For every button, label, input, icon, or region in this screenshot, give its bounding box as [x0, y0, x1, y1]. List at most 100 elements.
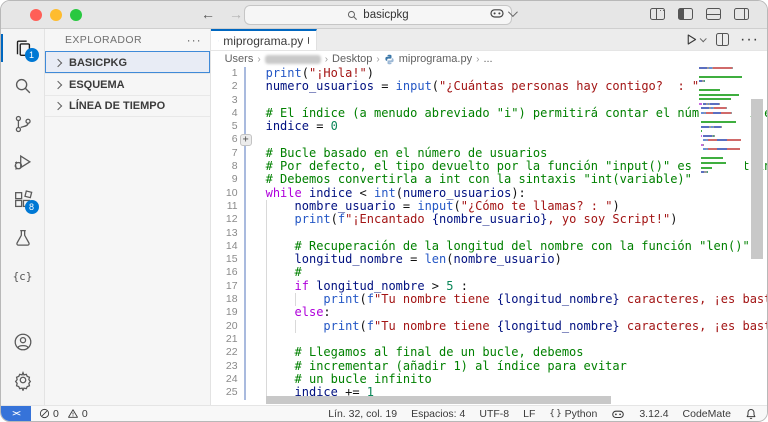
breadcrumb-file[interactable]: miprograma.py: [399, 53, 472, 65]
eol-sequence[interactable]: LF: [523, 408, 535, 420]
zoom-window-button[interactable]: [70, 9, 82, 21]
code-line[interactable]: 14 # Recuperación de la longitud del nom…: [211, 240, 767, 253]
code-line[interactable]: 24 # un bucle infinito: [211, 373, 767, 386]
python-interpreter[interactable]: 3.12.4: [639, 408, 668, 420]
code-line[interactable]: 20 print(f"Tu nombre tiene {longitud_nom…: [211, 320, 767, 333]
close-window-button[interactable]: [30, 9, 42, 21]
line-number: 7: [211, 147, 238, 160]
code-line[interactable]: 16 #: [211, 266, 767, 279]
cursor-position[interactable]: Lín. 32, col. 19: [328, 408, 397, 420]
breadcrumb-user-redacted[interactable]: [265, 55, 321, 64]
toggle-secondary-sidebar-button[interactable]: [734, 8, 749, 20]
settings-button[interactable]: [1, 361, 45, 399]
editor-more-actions-button[interactable]: ···: [740, 31, 759, 49]
bell-icon: [745, 408, 757, 420]
code-token: # incrementar (añadir 1) al índice para …: [295, 359, 627, 373]
code-line[interactable]: 12 print(f"¡Encantado {nombre_usuario}, …: [211, 213, 767, 226]
code-line[interactable]: 23 # incrementar (añadir 1) al índice pa…: [211, 360, 767, 373]
accounts-button[interactable]: [1, 323, 45, 361]
horizontal-scrollbar[interactable]: [266, 396, 611, 404]
code-line[interactable]: 22 # Llegamos al final de un bucle, debe…: [211, 346, 767, 359]
code-token: else: [295, 305, 324, 319]
code-line[interactable]: 9# Debemos convertirla a int con la sint…: [211, 173, 767, 186]
chevron-separator: ›: [325, 54, 328, 65]
notifications-button[interactable]: [745, 408, 757, 420]
tab-miprograma[interactable]: miprograma.py: [211, 29, 317, 50]
sidebar-section-esquema[interactable]: ESQUEMA: [45, 73, 210, 95]
sidebar-section-basicpkg[interactable]: BASICPKG: [45, 51, 210, 73]
code-area[interactable]: 1print("¡Hola!")2numero_usuarios = input…: [211, 67, 767, 405]
chevron-separator: ›: [257, 54, 260, 65]
indent-guide: [295, 293, 296, 306]
breadcrumb-more[interactable]: ...: [483, 53, 492, 65]
indent-guide: [295, 320, 296, 333]
activity-explorer-button[interactable]: 1: [1, 29, 45, 67]
encoding[interactable]: UTF-8: [479, 408, 509, 420]
minimize-window-button[interactable]: [50, 9, 62, 21]
code-token: #: [295, 265, 302, 279]
code-line[interactable]: 3: [211, 94, 767, 107]
code-line[interactable]: 10while indice < int(numero_usuarios):: [211, 187, 767, 200]
copilot-icon: [489, 6, 505, 20]
code-line[interactable]: 11 nombre_usuario = input("¿Cómo te llam…: [211, 200, 767, 213]
copilot-status[interactable]: [611, 408, 625, 420]
code-line[interactable]: 6+: [211, 133, 767, 146]
activity-search-button[interactable]: [1, 67, 45, 105]
code-line[interactable]: 2numero_usuarios = input("¿Cuántas perso…: [211, 80, 767, 93]
copilot-icon: [611, 408, 625, 420]
inline-add-button[interactable]: +: [240, 134, 252, 146]
code-line[interactable]: 1print("¡Hola!"): [211, 67, 767, 80]
code-line[interactable]: 18 print(f"Tu nombre tiene {longitud_nom…: [211, 293, 767, 306]
activity-c-extension-button[interactable]: {c}: [1, 257, 45, 295]
indent-guide: [266, 373, 267, 386]
code-line[interactable]: 5indice = 0: [211, 120, 767, 133]
code-line[interactable]: 7# Bucle basado en el número de usuarios: [211, 147, 767, 160]
activity-testing-button[interactable]: [1, 219, 45, 257]
code-token: input: [417, 199, 453, 213]
copilot-menu[interactable]: [489, 6, 515, 20]
code-token: "¿Cómo te llamas? : ": [461, 199, 613, 213]
back-button[interactable]: ←: [201, 6, 215, 22]
indentation[interactable]: Espacios: 4: [411, 408, 465, 420]
run-debug-icon: [12, 151, 34, 173]
minimap-line: [699, 147, 745, 152]
split-editor-button[interactable]: [716, 33, 729, 46]
customize-layout-button[interactable]: [650, 8, 665, 20]
command-center-search[interactable]: basicpkg: [244, 5, 512, 25]
activity-source-control-button[interactable]: [1, 105, 45, 143]
toggle-primary-sidebar-button[interactable]: [678, 8, 693, 20]
code-line[interactable]: 19 else:: [211, 306, 767, 319]
breadcrumb-users[interactable]: Users: [225, 53, 254, 65]
sidebar-more-actions-button[interactable]: ···: [187, 33, 202, 47]
code-line[interactable]: 13: [211, 227, 767, 240]
code-line[interactable]: 17 if longitud_nombre > 5 :: [211, 280, 767, 293]
code-token: (: [360, 292, 367, 306]
code-token: ): [555, 252, 562, 266]
code-line[interactable]: 15 longitud_nombre = len(nombre_usuario): [211, 253, 767, 266]
code-line[interactable]: 8# Por defecto, el tipo devuelto por la …: [211, 160, 767, 173]
code-line[interactable]: 21: [211, 333, 767, 346]
codemate-status[interactable]: CodeMate: [683, 408, 731, 420]
forward-button[interactable]: →: [229, 6, 243, 22]
activity-extensions-button[interactable]: 8: [1, 181, 45, 219]
search-icon: [347, 10, 358, 21]
line-number: 3: [211, 94, 238, 107]
run-python-button[interactable]: [685, 33, 705, 46]
toggle-panel-button[interactable]: [706, 8, 721, 20]
minimap[interactable]: [699, 67, 745, 175]
line-number: 21: [211, 333, 238, 346]
minimap-line: [699, 138, 745, 143]
braces-icon: { }: [549, 409, 559, 419]
activity-run-debug-button[interactable]: [1, 143, 45, 181]
vertical-scrollbar[interactable]: [751, 99, 763, 259]
breadcrumb-desktop[interactable]: Desktop: [332, 53, 372, 65]
language-mode[interactable]: { } Python: [549, 408, 597, 420]
remote-indicator[interactable]: ><: [1, 406, 31, 421]
code-token: input: [396, 79, 432, 93]
sidebar-section-timeline[interactable]: LÍNEA DE TIEMPO: [45, 95, 210, 117]
problems-indicator[interactable]: 0 0: [39, 408, 88, 420]
titlebar: ← → basicpkg: [1, 1, 767, 29]
indent-guide: [266, 253, 267, 266]
section-label: ESQUEMA: [69, 79, 125, 91]
code-line[interactable]: 4# El índice (a menudo abreviado "i") pe…: [211, 107, 767, 120]
